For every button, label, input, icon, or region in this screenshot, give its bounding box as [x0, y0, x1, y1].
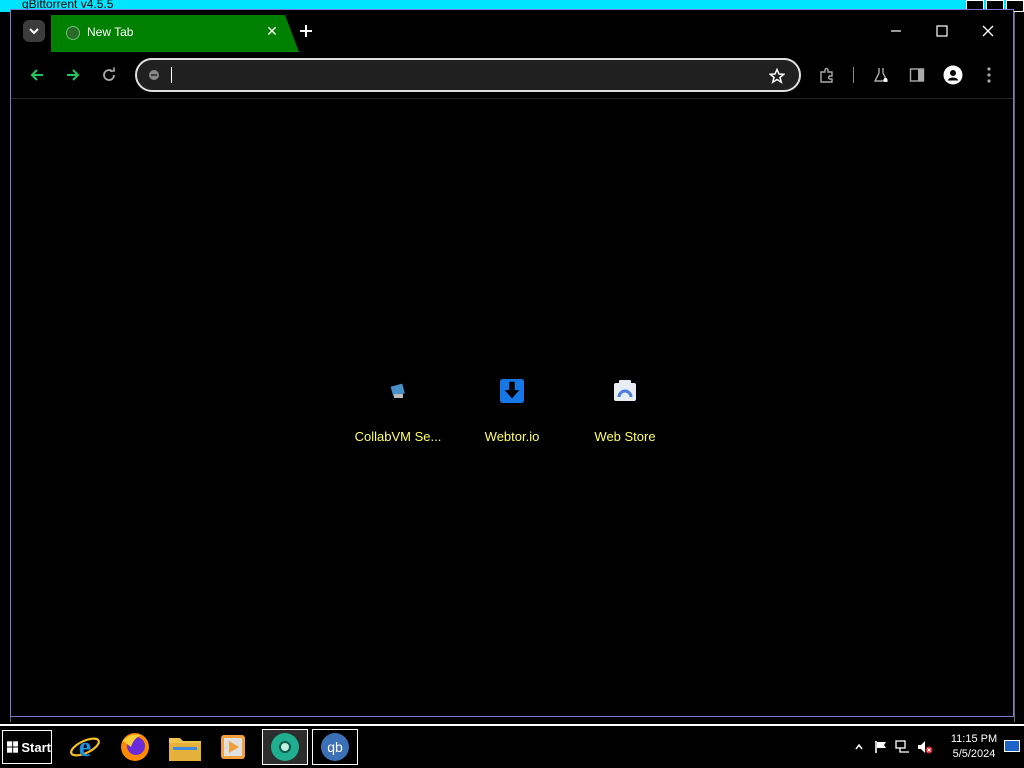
shortcut-tile[interactable]: Web Store [570, 369, 680, 449]
chrome-icon [271, 733, 299, 761]
maximize-icon [936, 25, 948, 37]
svg-text:qb: qb [327, 739, 343, 755]
tab-title: New Tab [87, 25, 134, 39]
close-window-button[interactable] [977, 20, 999, 42]
system-tray [848, 726, 936, 768]
kebab-menu-icon [987, 67, 991, 83]
network-icon[interactable] [892, 736, 914, 758]
collabvm-icon [386, 379, 410, 403]
puzzle-icon [820, 67, 833, 83]
taskbar-app-chrome[interactable] [262, 729, 308, 765]
new-tab-favicon-icon [66, 26, 80, 40]
shortcut-label: Webtor.io [484, 429, 540, 444]
tab-new-tab[interactable]: New Tab ✕ [51, 15, 299, 52]
background-window-right-edge [1014, 12, 1024, 722]
new-tab-button[interactable] [295, 20, 317, 42]
show-desktop-button[interactable] [1004, 740, 1020, 752]
new-tab-page: CollabVM Se... Webtor.io Web Store [11, 99, 1013, 716]
taskbar-app-internet-explorer[interactable]: e [62, 729, 108, 765]
address-bar[interactable] [135, 58, 801, 92]
labs-button[interactable] [869, 63, 893, 87]
side-panel-icon [909, 68, 925, 82]
clock[interactable]: 11:15 PM 5/5/2024 [944, 732, 1004, 762]
action-center-flag-icon[interactable] [870, 736, 892, 758]
site-info-icon[interactable] [147, 68, 161, 82]
reload-icon [103, 67, 115, 81]
media-player-icon [221, 735, 245, 759]
show-hidden-icons-button[interactable] [848, 736, 870, 758]
toolbar-divider [853, 67, 854, 83]
clock-time: 11:15 PM [950, 733, 998, 745]
chevron-up-icon [855, 743, 863, 750]
tab-close-icon[interactable]: ✕ [263, 22, 281, 40]
text-caret [171, 67, 172, 83]
reload-button[interactable] [97, 63, 121, 87]
tab-search-button[interactable] [23, 20, 45, 42]
qbittorrent-icon: qb [321, 733, 349, 761]
flask-icon [873, 68, 889, 82]
extensions-button[interactable] [815, 63, 839, 87]
browser-toolbar [11, 52, 1013, 99]
arrow-right-icon [67, 69, 80, 81]
webtor-download-icon [500, 379, 524, 403]
address-input[interactable] [169, 66, 753, 86]
firefox-icon [121, 733, 149, 761]
taskbar-app-file-explorer[interactable] [162, 729, 208, 765]
shortcut-tile[interactable]: Webtor.io [457, 369, 567, 449]
taskbar-app-qbittorrent[interactable]: qb [312, 729, 358, 765]
start-button[interactable]: Start [2, 730, 52, 764]
forward-button[interactable] [61, 63, 85, 87]
chevron-down-icon [29, 28, 39, 35]
svg-text:e: e [79, 732, 91, 763]
menu-button[interactable] [977, 63, 1001, 87]
shortcut-label: Web Store [594, 429, 656, 444]
folder-icon [169, 738, 201, 761]
volume-muted-icon[interactable] [914, 736, 936, 758]
arrow-left-icon [30, 69, 43, 81]
bookmark-star-icon[interactable] [767, 66, 787, 86]
clock-date: 5/5/2024 [952, 748, 996, 760]
taskbar-app-media-player[interactable] [210, 729, 256, 765]
back-button[interactable] [25, 63, 49, 87]
profile-button[interactable] [941, 63, 965, 87]
minimize-icon [891, 30, 901, 32]
shortcut-label: CollabVM Se... [354, 429, 442, 444]
web-store-icon [613, 379, 637, 403]
close-icon [982, 25, 994, 37]
minimize-button[interactable] [885, 20, 907, 42]
taskbar: Start e qb 11:15 PM 5/5/2024 [0, 724, 1024, 768]
profile-avatar-icon [943, 65, 963, 85]
internet-explorer-icon: e [70, 732, 100, 763]
start-label: Start [21, 739, 51, 755]
windows-logo-icon [7, 741, 19, 753]
side-panel-button[interactable] [905, 63, 929, 87]
plus-icon [300, 25, 312, 37]
maximize-button[interactable] [931, 20, 953, 42]
taskbar-app-firefox[interactable] [112, 729, 158, 765]
browser-window: New Tab ✕ CollabVM Se... Webtor.io Web S… [10, 9, 1014, 717]
shortcut-tile[interactable]: CollabVM Se... [343, 369, 453, 449]
tab-strip: New Tab ✕ [11, 10, 1013, 52]
